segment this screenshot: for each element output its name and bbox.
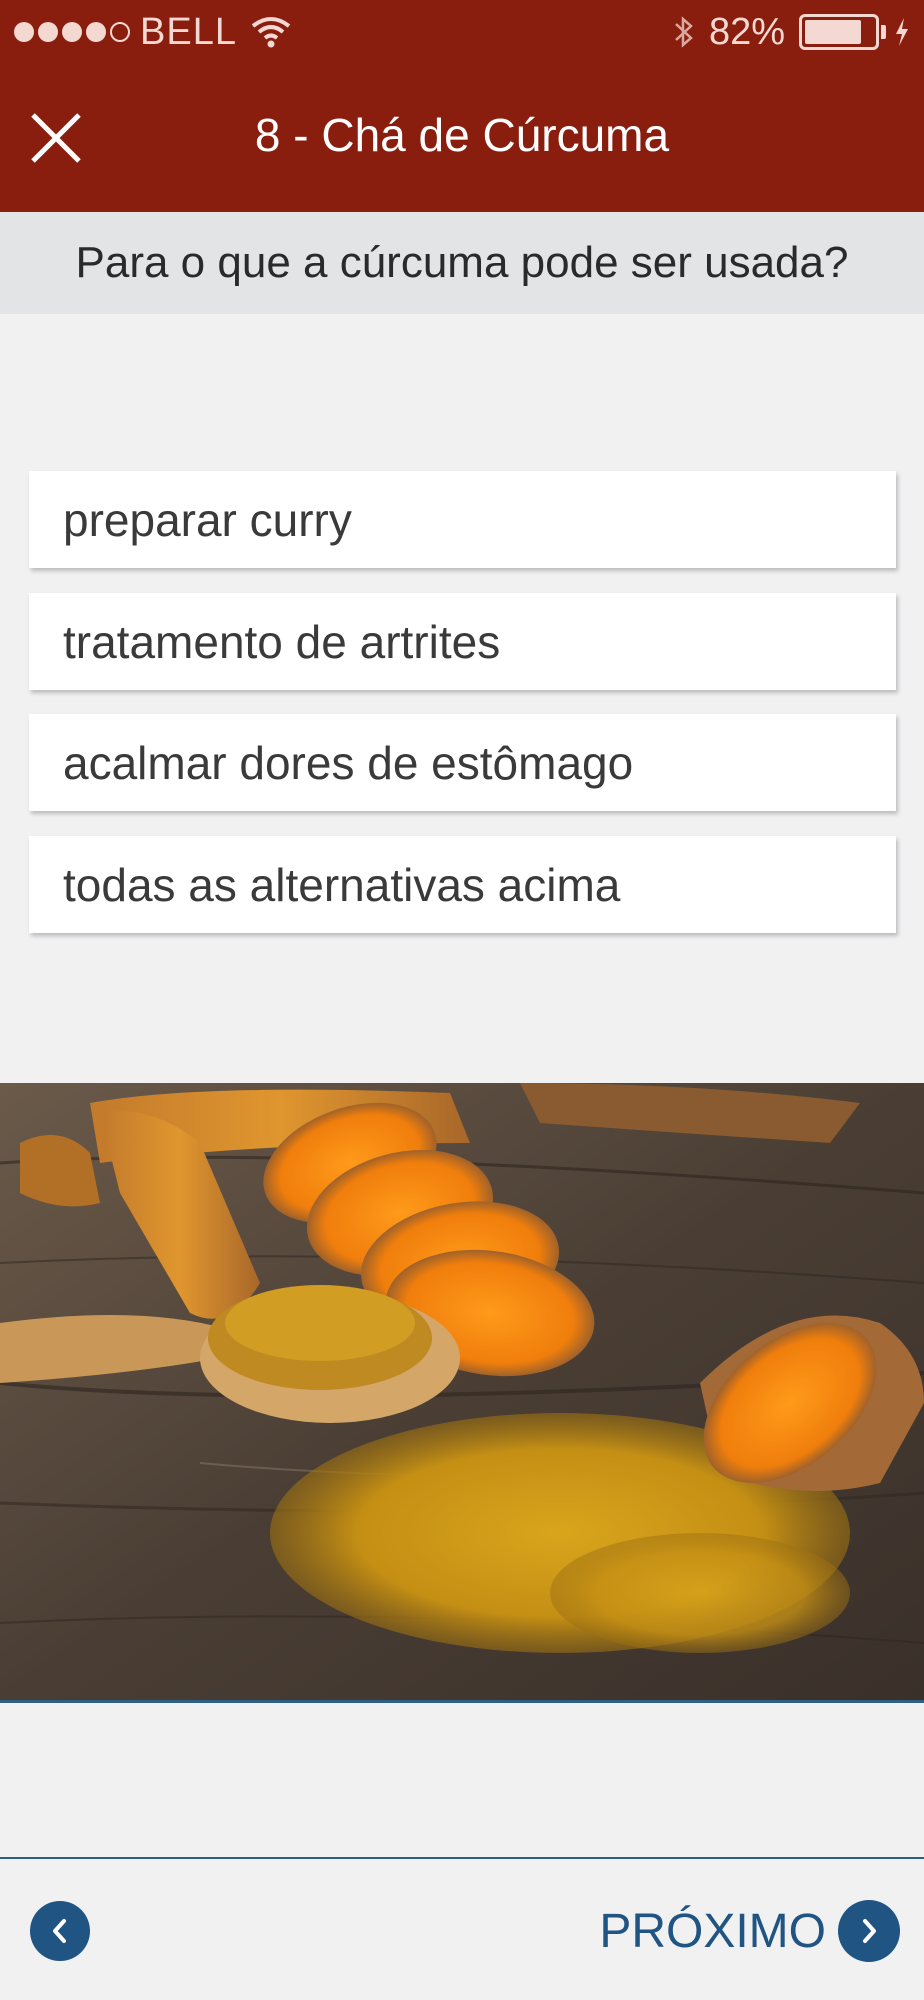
answer-option[interactable]: acalmar dores de estômago — [29, 714, 896, 811]
chevron-right-icon — [863, 1919, 876, 1943]
battery-icon — [799, 14, 886, 50]
signal-strength-icon — [14, 22, 130, 42]
status-bar: BELL 82% — [0, 0, 924, 64]
carrier-name: BELL — [140, 10, 237, 53]
answer-option[interactable]: tratamento de artrites — [29, 593, 896, 690]
nav-bar: 8 - Chá de Cúrcuma — [0, 64, 924, 212]
wifi-icon — [251, 16, 291, 48]
charging-icon — [894, 17, 910, 47]
next-circle — [838, 1900, 900, 1962]
battery-percentage: 82% — [708, 10, 785, 53]
footer-divider — [0, 1857, 924, 1859]
answer-option[interactable]: todas as alternativas acima — [29, 836, 896, 933]
previous-button[interactable] — [30, 1901, 90, 1961]
close-button[interactable] — [22, 104, 90, 172]
status-right: 82% — [673, 11, 910, 54]
next-label: PRÓXIMO — [599, 1904, 826, 1958]
turmeric-photo — [0, 1083, 924, 1703]
question-header: Para o que a cúrcuma pode ser usada? — [0, 212, 924, 314]
answer-option[interactable]: preparar curry — [29, 471, 896, 568]
question-text: Para o que a cúrcuma pode ser usada? — [75, 238, 849, 287]
chevron-left-icon — [53, 1919, 66, 1943]
bluetooth-icon — [673, 14, 695, 50]
close-icon — [31, 113, 81, 163]
page-title: 8 - Chá de Cúrcuma — [254, 109, 670, 161]
status-left: BELL — [14, 11, 291, 54]
next-button[interactable]: PRÓXIMO — [599, 1896, 900, 1966]
